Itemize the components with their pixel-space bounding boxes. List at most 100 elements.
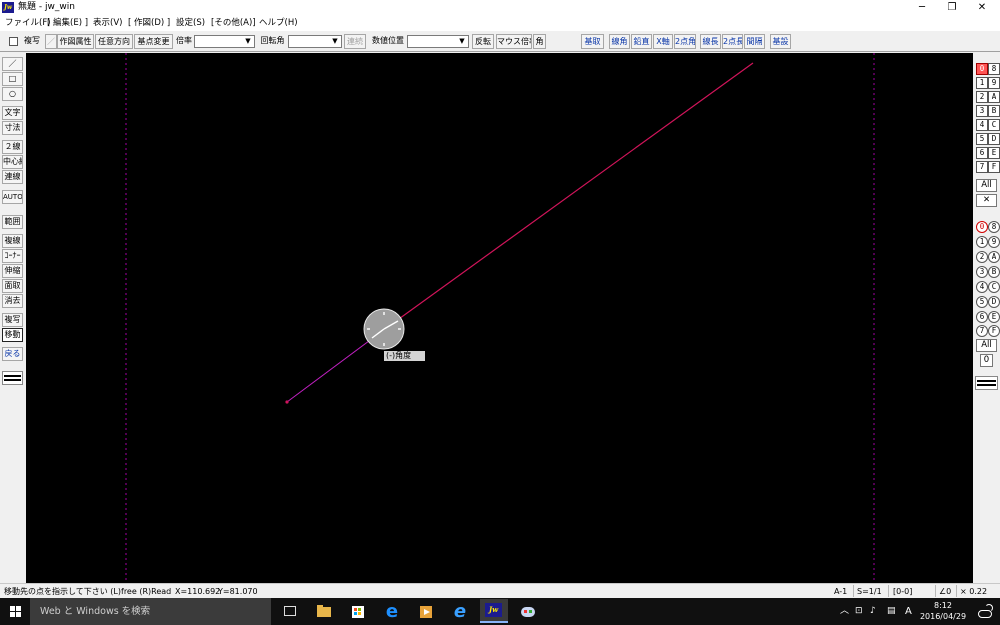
- tool-line[interactable]: ／: [2, 57, 23, 71]
- layer-all-button[interactable]: All: [976, 339, 997, 352]
- tool-rect[interactable]: □: [2, 72, 23, 86]
- x-axis-button[interactable]: X軸: [653, 34, 673, 49]
- layer-group-b[interactable]: B: [988, 105, 1000, 117]
- tool-stretch[interactable]: 伸縮: [2, 264, 23, 278]
- layer-9[interactable]: 9: [988, 236, 1000, 248]
- kankaku-button[interactable]: 間隔: [744, 34, 765, 49]
- tool-auto[interactable]: AUTO: [2, 190, 23, 204]
- layer-indicator[interactable]: [0-0]: [893, 586, 912, 597]
- network-icon[interactable]: ⊡: [855, 598, 863, 625]
- internet-explorer-icon[interactable]: e: [449, 601, 471, 622]
- tool-chamfer[interactable]: 面取: [2, 279, 23, 293]
- tool-double-line[interactable]: ２線: [2, 140, 23, 154]
- store-icon[interactable]: [347, 601, 369, 622]
- kisetsu-button[interactable]: 基設: [770, 34, 791, 49]
- minimize-button[interactable]: ─: [906, 0, 938, 15]
- layer-5[interactable]: 5: [976, 296, 988, 308]
- layer-2[interactable]: 2: [976, 251, 988, 263]
- menu-help[interactable]: ヘルプ(H): [259, 17, 298, 29]
- notification-icon[interactable]: ▤: [887, 598, 896, 625]
- tool-move[interactable]: 移動: [2, 328, 23, 342]
- tool-continuous-line[interactable]: 連線: [2, 170, 23, 184]
- layer-group-2[interactable]: 2: [976, 91, 988, 103]
- tool-center-line[interactable]: 中心線: [2, 155, 23, 169]
- kiten-henkou-button[interactable]: 基点変更: [134, 34, 173, 49]
- tool-dimension[interactable]: 寸法: [2, 121, 23, 135]
- menu-file[interactable]: ファイル(F): [5, 17, 51, 29]
- menu-draw[interactable]: [ 作図(D) ]: [128, 17, 170, 29]
- layer-group-4[interactable]: 4: [976, 119, 988, 131]
- layer-a[interactable]: A: [988, 251, 1000, 263]
- layer-3[interactable]: 3: [976, 266, 988, 278]
- menu-other[interactable]: [その他(A)]: [211, 17, 256, 29]
- media-player-icon[interactable]: [415, 601, 437, 622]
- tool-corner[interactable]: ｺｰﾅｰ: [2, 249, 23, 263]
- windows-start-icon[interactable]: [0, 598, 30, 625]
- weather-icon[interactable]: [975, 602, 995, 620]
- drawing-canvas[interactable]: (-)角度: [26, 53, 973, 583]
- mouse-bairitsu-button[interactable]: マウス倍率: [496, 34, 532, 49]
- paper-size-indicator[interactable]: A-1: [834, 586, 847, 597]
- layer-group-cross-button[interactable]: ✕: [976, 194, 997, 207]
- menu-settings[interactable]: 設定(S): [176, 17, 205, 29]
- suuchi-ichi-combo[interactable]: ▼: [407, 35, 469, 48]
- layer-b[interactable]: B: [988, 266, 1000, 278]
- layer-c[interactable]: C: [988, 281, 1000, 293]
- layer-group-all-button[interactable]: All: [976, 179, 997, 192]
- close-button[interactable]: ✕: [966, 0, 998, 15]
- fukusha-checkbox[interactable]: [9, 37, 18, 46]
- layer-group-f[interactable]: F: [988, 161, 1000, 173]
- layer-group-c[interactable]: C: [988, 119, 1000, 131]
- layer-group-3[interactable]: 3: [976, 105, 988, 117]
- nini-houkou-button[interactable]: 任意方向: [95, 34, 133, 49]
- enchoku-button[interactable]: 鉛直: [631, 34, 652, 49]
- ime-indicator[interactable]: A: [905, 598, 912, 625]
- layer-8[interactable]: 8: [988, 221, 1000, 233]
- jw-app-icon[interactable]: Jw: [2, 2, 14, 13]
- line-type-indicator[interactable]: [2, 371, 23, 385]
- layer-group-8[interactable]: 8: [988, 63, 1000, 75]
- bairitsu-combo[interactable]: ▼: [194, 35, 255, 48]
- zoom-factor-indicator[interactable]: × 0.22: [960, 586, 987, 597]
- layer-group-6[interactable]: 6: [976, 147, 988, 159]
- layer-group-0[interactable]: 0: [976, 63, 988, 75]
- taskbar-clock[interactable]: 8:12 2016/04/29: [918, 600, 968, 622]
- layer-zero-button[interactable]: 0: [980, 354, 993, 367]
- layer-group-5[interactable]: 5: [976, 133, 988, 145]
- layer-e[interactable]: E: [988, 311, 1000, 323]
- scale-indicator[interactable]: S=1/1: [857, 586, 882, 597]
- layer-7[interactable]: 7: [976, 325, 988, 337]
- tool-erase[interactable]: 消去: [2, 294, 23, 308]
- layer-line-indicator[interactable]: [975, 376, 998, 390]
- paint-icon[interactable]: [517, 601, 539, 622]
- menu-view[interactable]: 表示(V): [93, 17, 122, 29]
- volume-icon[interactable]: ♪: [870, 598, 876, 625]
- layer-d[interactable]: D: [988, 296, 1000, 308]
- tool-range[interactable]: 範囲: [2, 215, 23, 229]
- layer-group-e[interactable]: E: [988, 147, 1000, 159]
- layer-group-a[interactable]: A: [988, 91, 1000, 103]
- layer-group-9[interactable]: 9: [988, 77, 1000, 89]
- task-view-icon[interactable]: [279, 601, 301, 622]
- edge-browser-icon[interactable]: e: [381, 601, 403, 622]
- tool-multi-line[interactable]: 複線: [2, 234, 23, 248]
- layer-4[interactable]: 4: [976, 281, 988, 293]
- layer-group-1[interactable]: 1: [976, 77, 988, 89]
- angle-indicator[interactable]: ∠0: [939, 586, 951, 597]
- renzoku-button[interactable]: 連続: [344, 34, 366, 49]
- slash-button[interactable]: ／: [45, 34, 57, 49]
- kaitenkaku-combo[interactable]: ▼: [288, 35, 342, 48]
- senchou-button[interactable]: 線長: [700, 34, 721, 49]
- tool-copy[interactable]: 複写: [2, 313, 23, 327]
- two-point-angle-button[interactable]: 2点角: [674, 34, 696, 49]
- chevron-down-icon[interactable]: ▼: [330, 36, 340, 47]
- layer-group-d[interactable]: D: [988, 133, 1000, 145]
- file-explorer-icon[interactable]: [313, 601, 335, 622]
- tool-circle[interactable]: ○: [2, 87, 23, 101]
- kaku-button[interactable]: 角: [533, 34, 546, 49]
- hanten-button[interactable]: 反転: [472, 34, 494, 49]
- sakuzu-zokusei-button[interactable]: 作図属性: [57, 34, 94, 49]
- chevron-down-icon[interactable]: ▼: [243, 36, 253, 47]
- layer-0[interactable]: 0: [976, 221, 988, 233]
- restore-button[interactable]: ❐: [936, 0, 968, 15]
